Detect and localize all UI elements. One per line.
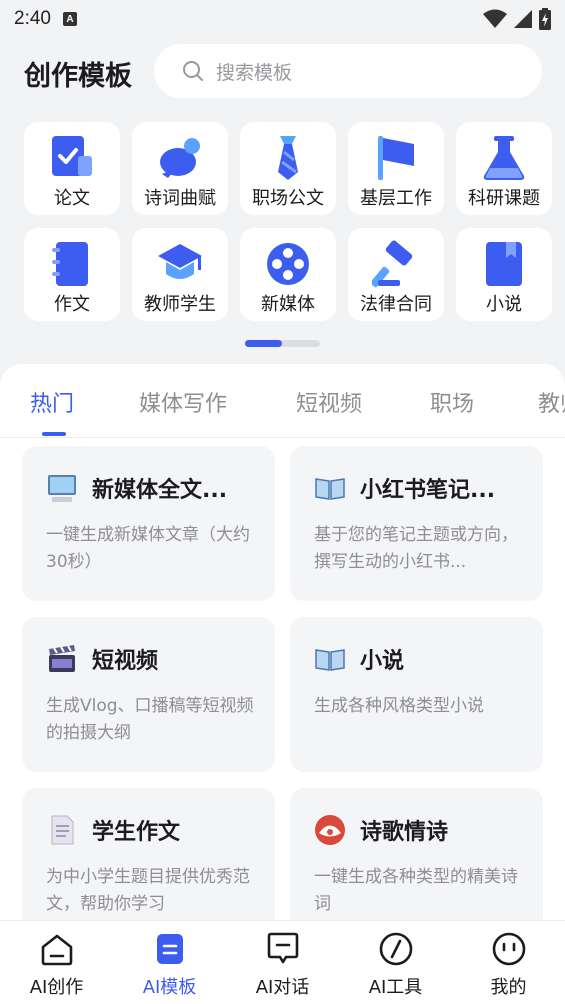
template-card-novel[interactable]: 小说 生成各种风格类型小说 xyxy=(290,617,543,772)
flag-icon xyxy=(378,136,414,180)
compass-icon xyxy=(379,932,412,966)
nav-ai-chat[interactable]: AI对话 xyxy=(226,931,339,999)
necktie-icon xyxy=(278,136,298,180)
category-label: 科研课题 xyxy=(468,188,540,209)
nav-label: AI对话 xyxy=(255,977,310,998)
notebook-icon xyxy=(52,242,88,286)
template-card-short-video[interactable]: 短视频 生成Vlog、口播稿等短视频的拍摄大纲 xyxy=(22,617,275,772)
tab-bar: 热门 媒体写作 短视频 职场 教师 xyxy=(0,364,565,438)
category-label: 教师学生 xyxy=(144,294,216,315)
nav-label: AI模板 xyxy=(142,977,197,998)
home-icon xyxy=(41,934,72,966)
clapperboard-icon xyxy=(49,645,75,672)
template-desc: 基于您的笔记主题或方向，撰写生动的小红书... xyxy=(314,525,518,572)
computer-icon xyxy=(48,475,76,502)
tab-short-video[interactable]: 短视频 xyxy=(296,386,362,418)
category-teacher-student[interactable]: 教师学生 xyxy=(132,228,228,321)
category-poetry[interactable]: 诗词曲赋 xyxy=(132,122,228,215)
tab-workplace[interactable]: 职场 xyxy=(430,386,474,418)
page-indicator xyxy=(245,340,320,347)
template-desc: 一键生成各种类型的精美诗词 xyxy=(314,867,518,914)
nav-ai-tools[interactable]: AI工具 xyxy=(339,931,452,999)
template-card-student-essay[interactable]: 学生作文 为中小学生题目提供优秀范文，帮助你学习 xyxy=(22,788,275,924)
template-desc: 为中小学生题目提供优秀范文，帮助你学习 xyxy=(46,867,250,914)
nav-label: 我的 xyxy=(490,977,527,998)
template-title: 小红书笔记... xyxy=(360,478,496,503)
category-label: 诗词曲赋 xyxy=(144,188,216,209)
page-title: 创作模板 xyxy=(24,61,132,92)
template-desc: 生成各种风格类型小说 xyxy=(314,696,484,716)
smile-icon xyxy=(492,932,525,966)
checklist-icon xyxy=(52,136,92,176)
template-desc: 一键生成新媒体文章（大约30秒） xyxy=(46,525,250,572)
category-label: 法律合同 xyxy=(360,294,432,315)
template-title: 诗歌情诗 xyxy=(360,820,449,845)
battery-icon xyxy=(539,8,551,30)
category-paper[interactable]: 论文 xyxy=(24,122,120,215)
template-title: 小说 xyxy=(360,649,405,674)
template-title: 学生作文 xyxy=(92,820,181,845)
active-tab-indicator xyxy=(42,432,66,436)
category-label: 新媒体 xyxy=(261,294,315,315)
category-grid: 论文 诗词曲赋 职场公文 基层工作 科研课题 作文 教师学生 新媒体 法律合同 … xyxy=(24,122,565,322)
category-label: 作文 xyxy=(54,294,90,315)
search-placeholder: 搜索模板 xyxy=(216,61,293,84)
tab-teacher[interactable]: 教师 xyxy=(538,386,565,418)
tab-media-writing[interactable]: 媒体写作 xyxy=(139,386,227,418)
category-essay[interactable]: 作文 xyxy=(24,228,120,321)
bottom-nav: AI创作 AI模板 AI对话 AI工具 我的 xyxy=(0,920,565,1004)
category-novel[interactable]: 小说 xyxy=(456,228,552,321)
category-grassroots-work[interactable]: 基层工作 xyxy=(348,122,444,215)
open-book-icon xyxy=(315,478,345,500)
nav-mine[interactable]: 我的 xyxy=(452,931,565,999)
page-indicator-active xyxy=(245,340,282,347)
document-icon xyxy=(51,815,74,845)
status-time: 2:40 xyxy=(14,8,51,29)
category-label: 职场公文 xyxy=(252,188,324,209)
nav-label: AI创作 xyxy=(29,977,84,998)
status-bar: 2:40 A xyxy=(0,0,565,38)
category-label: 小说 xyxy=(486,294,522,315)
tab-hot[interactable]: 热门 xyxy=(30,386,74,418)
cell-signal-icon xyxy=(514,10,532,28)
template-icon xyxy=(156,934,183,964)
wifi-icon xyxy=(483,9,507,28)
template-title: 新媒体全文... xyxy=(92,478,228,503)
status-icons xyxy=(483,8,551,30)
flask-icon xyxy=(483,136,525,180)
nav-label: AI工具 xyxy=(368,977,423,998)
template-card-poetry[interactable]: 诗歌情诗 一键生成各种类型的精美诗词 xyxy=(290,788,543,924)
category-office-doc[interactable]: 职场公文 xyxy=(240,122,336,215)
template-card-new-media[interactable]: 新媒体全文... 一键生成新媒体文章（大约30秒） xyxy=(22,446,275,601)
template-panel: 热门 媒体写作 短视频 职场 教师 新媒体全文... 一键生成新媒体文章（大约3… xyxy=(0,364,565,924)
category-legal-contract[interactable]: 法律合同 xyxy=(348,228,444,321)
book-icon xyxy=(486,242,522,286)
search-input[interactable]: 搜索模板 xyxy=(154,44,542,98)
open-book-icon xyxy=(315,649,345,671)
nav-ai-create[interactable]: AI创作 xyxy=(0,931,113,999)
bird-icon xyxy=(160,138,200,178)
category-label: 基层工作 xyxy=(360,188,432,209)
template-card-xiaohongshu[interactable]: 小红书笔记... 基于您的笔记主题或方向，撰写生动的小红书... xyxy=(290,446,543,601)
template-desc: 生成Vlog、口播稿等短视频的拍摄大纲 xyxy=(46,696,254,743)
film-reel-icon xyxy=(267,243,309,285)
search-icon xyxy=(183,61,203,81)
category-new-media[interactable]: 新媒体 xyxy=(240,228,336,321)
graduation-cap-icon xyxy=(158,244,202,279)
chat-icon xyxy=(267,932,298,964)
gavel-icon xyxy=(372,240,413,288)
nav-ai-template[interactable]: AI模板 xyxy=(113,931,226,999)
template-title: 短视频 xyxy=(92,649,159,674)
notification-indicator: A xyxy=(62,12,77,26)
category-label: 论文 xyxy=(54,188,90,209)
category-research[interactable]: 科研课题 xyxy=(456,122,552,215)
fan-icon xyxy=(315,815,345,845)
